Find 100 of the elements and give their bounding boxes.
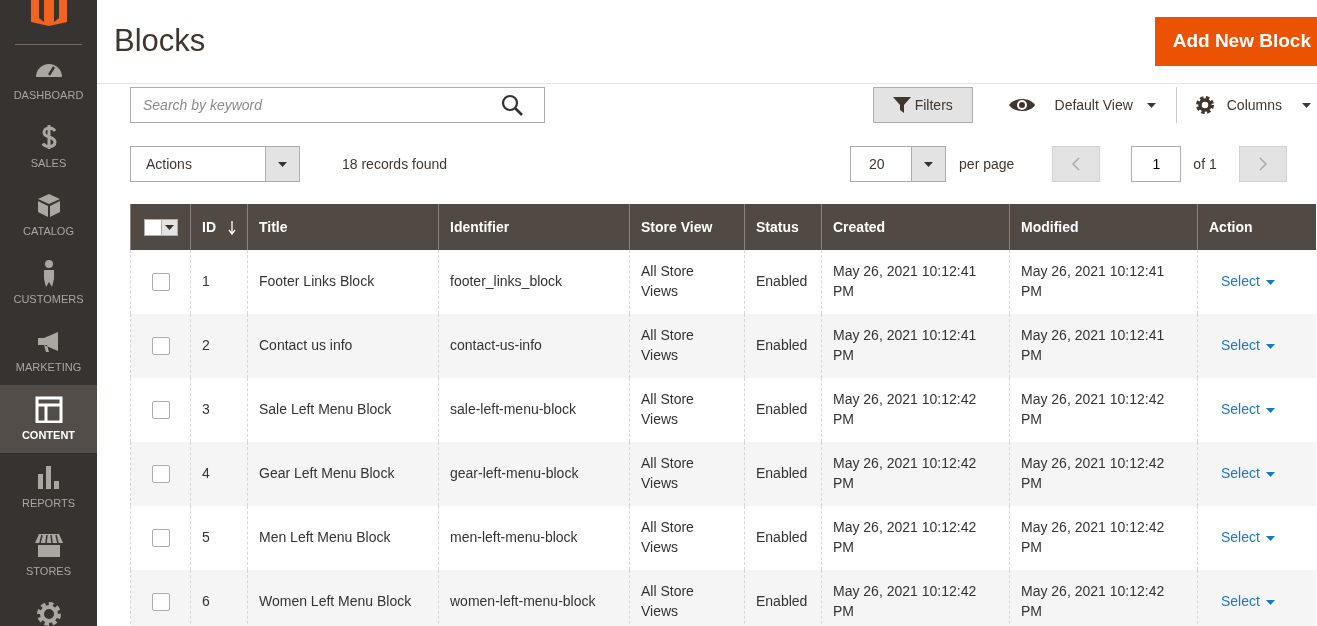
sidebar-item[interactable]: REPORTS bbox=[0, 453, 97, 521]
columns-dropdown[interactable]: Columns bbox=[1188, 93, 1317, 117]
column-header[interactable]: Created bbox=[833, 218, 886, 235]
table-cell: All Store Views bbox=[641, 583, 694, 619]
mass-select-checkbox[interactable] bbox=[144, 218, 178, 236]
table-cell: May 26, 2021 10:12:42 PM bbox=[833, 391, 977, 427]
column-header[interactable]: Title bbox=[259, 218, 288, 235]
caret-icon bbox=[1146, 102, 1156, 108]
per-page-dropdown[interactable]: 20 bbox=[850, 146, 947, 182]
sidebar-item[interactable]: CATALOG bbox=[0, 181, 97, 249]
gear-icon bbox=[1194, 95, 1215, 115]
store-icon bbox=[33, 531, 64, 559]
row-checkbox[interactable] bbox=[151, 593, 170, 611]
table-cell: 3 bbox=[202, 401, 210, 418]
column-header[interactable]: Modified bbox=[1021, 218, 1079, 235]
caret-icon bbox=[165, 224, 174, 230]
per-page-label: per page bbox=[959, 154, 1015, 174]
table-cell: gear-left-menu-block bbox=[450, 465, 579, 482]
table-cell: May 26, 2021 10:12:42 PM bbox=[833, 583, 977, 619]
column-header[interactable]: ID bbox=[202, 218, 216, 235]
sidebar-item[interactable]: DASHBOARD bbox=[0, 45, 97, 113]
page-number-field[interactable]: 1 bbox=[1131, 146, 1182, 182]
table-cell: Footer Links Block bbox=[259, 273, 375, 290]
table-cell: 2 bbox=[202, 337, 210, 354]
page-title: Blocks bbox=[114, 22, 206, 60]
table-cell: May 26, 2021 10:12:41 PM bbox=[1021, 263, 1165, 299]
table-cell: May 26, 2021 10:12:42 PM bbox=[833, 455, 977, 491]
next-page-button[interactable] bbox=[1238, 146, 1287, 182]
column-header[interactable]: Identifier bbox=[450, 218, 510, 235]
row-checkbox[interactable] bbox=[151, 401, 170, 419]
previous-page-button[interactable] bbox=[1052, 146, 1101, 182]
table-cell: women-left-menu-block bbox=[450, 593, 596, 610]
table-cell: May 26, 2021 10:12:41 PM bbox=[833, 263, 977, 299]
select-link[interactable]: Select bbox=[1209, 464, 1275, 484]
table-cell: 5 bbox=[202, 529, 210, 546]
row-checkbox[interactable] bbox=[151, 465, 170, 483]
table-cell: Women Left Menu Block bbox=[259, 593, 412, 610]
select-link[interactable]: Select bbox=[1209, 272, 1275, 292]
row-checkbox[interactable] bbox=[151, 273, 170, 291]
table-cell: Gear Left Menu Block bbox=[259, 465, 395, 482]
sidebar-item[interactable]: CONTENT bbox=[0, 385, 97, 453]
table-cell: May 26, 2021 10:12:42 PM bbox=[1021, 391, 1165, 427]
table-cell: Men Left Menu Block bbox=[259, 529, 391, 546]
select-link[interactable]: Select bbox=[1209, 336, 1275, 356]
table-cell: 6 bbox=[202, 593, 210, 610]
table-cell: All Store Views bbox=[641, 391, 694, 427]
sidebar-item[interactable]: MARKETING bbox=[0, 317, 97, 385]
search-icon bbox=[501, 94, 523, 116]
filters-button[interactable]: Filters bbox=[873, 87, 973, 123]
eye-icon bbox=[1008, 97, 1035, 113]
table-cell: Enabled bbox=[756, 593, 808, 610]
default-view-dropdown[interactable]: Default View bbox=[1002, 93, 1162, 117]
table-cell: Enabled bbox=[756, 529, 808, 546]
select-link[interactable]: Select bbox=[1209, 592, 1275, 612]
sidebar-item[interactable]: CUSTOMERS bbox=[0, 249, 97, 317]
table-cell: Sale Left Menu Block bbox=[259, 401, 392, 418]
sidebar-item[interactable]: SALES bbox=[0, 113, 97, 181]
chevron-right-icon bbox=[1258, 157, 1267, 171]
logo-icon bbox=[30, 0, 67, 26]
table-cell: All Store Views bbox=[641, 263, 694, 299]
table-cell: 4 bbox=[202, 465, 210, 482]
caret-icon bbox=[1265, 599, 1275, 605]
table-cell: men-left-menu-block bbox=[450, 529, 578, 546]
table-cell: May 26, 2021 10:12:42 PM bbox=[1021, 583, 1165, 619]
records-count: 18 records found bbox=[342, 154, 448, 174]
table-cell: sale-left-menu-block bbox=[450, 401, 577, 418]
select-link[interactable]: Select bbox=[1209, 528, 1275, 548]
caret-icon bbox=[1265, 471, 1275, 477]
table-cell: Enabled bbox=[756, 337, 808, 354]
search-field[interactable]: Search by keyword bbox=[130, 87, 545, 123]
caret-icon bbox=[1302, 102, 1311, 108]
table-cell: All Store Views bbox=[641, 327, 694, 363]
table-cell: May 26, 2021 10:12:42 PM bbox=[1021, 455, 1165, 491]
chevron-left-icon bbox=[1072, 157, 1081, 171]
table-cell: Enabled bbox=[756, 465, 808, 482]
row-checkbox[interactable] bbox=[151, 529, 170, 547]
sidebar-item[interactable]: STORES bbox=[0, 521, 97, 589]
table-cell: All Store Views bbox=[641, 455, 694, 491]
table-cell: Enabled bbox=[756, 273, 808, 290]
actions-dropdown[interactable]: Actions bbox=[130, 146, 300, 182]
table-cell: footer_links_block bbox=[450, 273, 563, 290]
caret-icon bbox=[924, 161, 934, 167]
layout-icon bbox=[33, 395, 64, 423]
column-header[interactable]: Action bbox=[1209, 218, 1253, 235]
page-count: of 1 bbox=[1193, 154, 1217, 174]
select-link[interactable]: Select bbox=[1209, 400, 1275, 420]
add-new-block-button[interactable]: Add New Block bbox=[1154, 17, 1317, 66]
table-cell: All Store Views bbox=[641, 519, 694, 555]
caret-icon bbox=[1265, 343, 1275, 349]
row-checkbox[interactable] bbox=[151, 337, 170, 355]
table-cell: May 26, 2021 10:12:42 PM bbox=[1021, 519, 1165, 555]
table-cell: contact-us-info bbox=[450, 337, 542, 354]
table-cell: Contact us info bbox=[259, 337, 353, 354]
caret-icon bbox=[278, 161, 287, 167]
table-cell: 1 bbox=[202, 273, 210, 290]
caret-icon bbox=[1265, 535, 1275, 541]
table-cell: May 26, 2021 10:12:42 PM bbox=[833, 519, 977, 555]
table-cell: May 26, 2021 10:12:41 PM bbox=[1021, 327, 1165, 363]
table-cell: Enabled bbox=[756, 401, 808, 418]
filter-icon bbox=[892, 97, 911, 113]
